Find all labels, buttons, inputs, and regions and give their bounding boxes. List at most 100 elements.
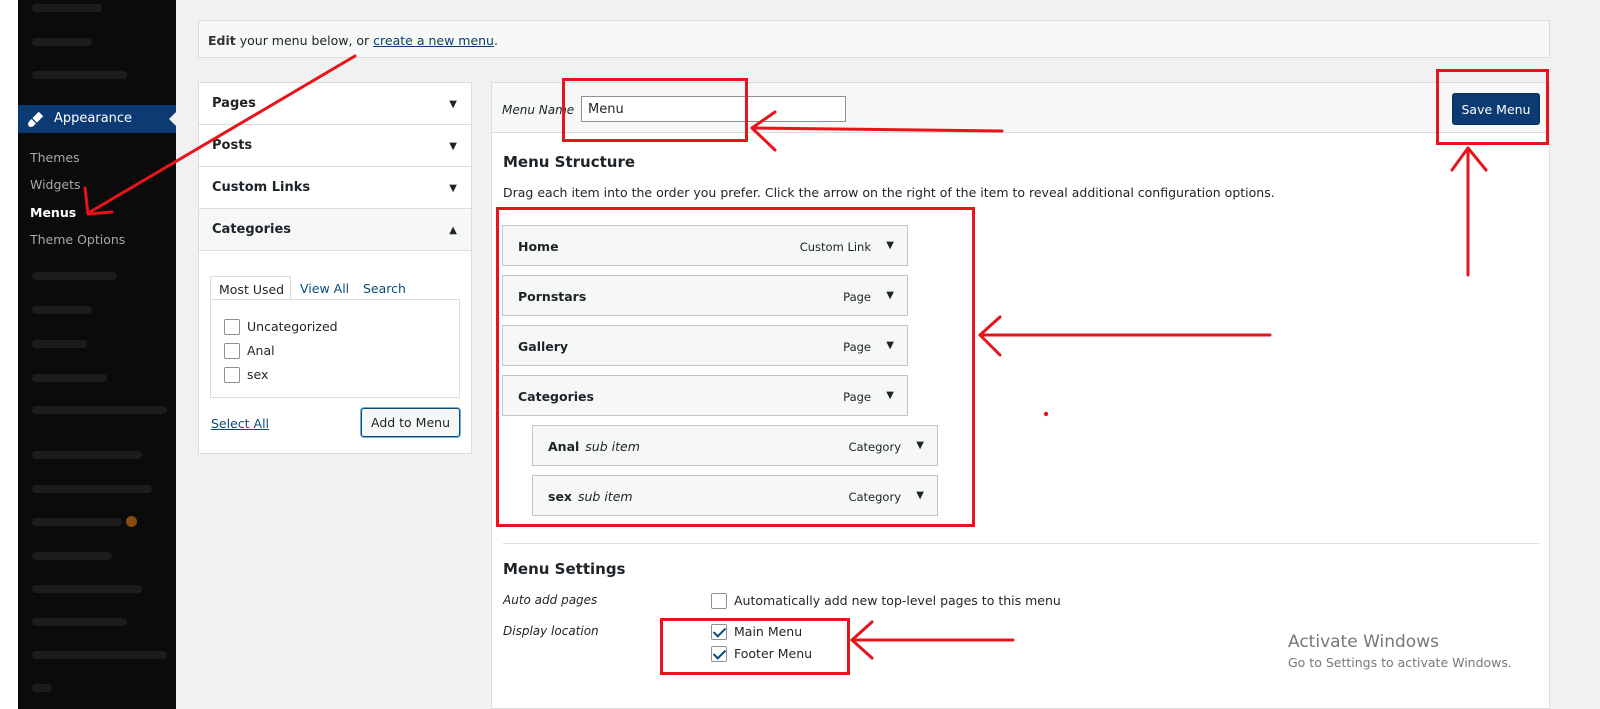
location-label: Footer Menu (734, 646, 813, 661)
caret-down-icon[interactable]: ▼ (449, 99, 457, 110)
sub-item-tag: sub item (585, 439, 640, 454)
menu-item-title: Home (518, 239, 559, 254)
blurred-menu-item (32, 684, 52, 692)
blurred-menu-item (32, 618, 127, 626)
blurred-menu-item (32, 518, 122, 526)
menu-item[interactable]: Categories Page ▼ (502, 375, 908, 416)
add-menu-items-panel: Pages ▼ Posts ▼ Custom Links ▼ Categorie… (198, 82, 472, 454)
menu-item-title: Anal sub item (548, 439, 640, 454)
accordion-custom-links[interactable]: Custom Links ▼ (199, 167, 471, 209)
admin-sidebar: Appearance Themes Widgets Menus Theme Op… (18, 0, 176, 709)
category-label: Uncategorized (247, 319, 338, 334)
notification-badge (126, 516, 137, 527)
menu-name-input[interactable] (581, 96, 846, 122)
sidebar-subitem-menus[interactable]: Menus (30, 205, 76, 220)
accordion-label: Custom Links (212, 180, 311, 195)
caret-down-icon[interactable]: ▼ (886, 240, 894, 251)
menu-management-panel: Menu Name Save Menu Menu Structure Drag … (491, 82, 1550, 709)
accordion-categories[interactable]: Categories ▲ (199, 209, 471, 251)
auto-add-checkbox[interactable] (711, 593, 727, 609)
menu-item-type: Category (848, 490, 901, 504)
tab-view-all[interactable]: View All (300, 276, 349, 300)
menu-item[interactable]: Gallery Page ▼ (502, 325, 908, 366)
save-menu-button[interactable]: Save Menu (1452, 93, 1540, 125)
main-menu-checkbox[interactable] (711, 624, 727, 640)
menu-item-title: Pornstars (518, 289, 587, 304)
tab-search[interactable]: Search (363, 276, 406, 300)
display-location-label: Display location (503, 624, 599, 638)
menu-name-label: Menu Name (502, 103, 575, 117)
watermark-subtitle: Go to Settings to activate Windows. (1288, 655, 1512, 670)
notice-prefix: Edit (208, 33, 236, 48)
sidebar-subitem-themes[interactable]: Themes (30, 150, 80, 165)
menu-item-title: sex sub item (548, 489, 633, 504)
category-checkbox[interactable] (224, 367, 240, 383)
page-edge (0, 0, 18, 709)
auto-add-option-label: Automatically add new top-level pages to… (734, 593, 1061, 608)
menu-item-type: Page (843, 290, 871, 304)
menu-item[interactable]: Home Custom Link ▼ (502, 225, 908, 266)
auto-add-pages-label: Auto add pages (503, 593, 598, 607)
menu-sub-item[interactable]: sex sub item Category ▼ (532, 475, 938, 516)
blurred-menu-item (32, 374, 107, 382)
sidebar-subitem-widgets[interactable]: Widgets (30, 177, 81, 192)
blurred-menu-item (32, 38, 92, 46)
location-label: Main Menu (734, 624, 803, 639)
blurred-menu-item (32, 552, 112, 560)
menu-item-type: Category (848, 440, 901, 454)
select-all-link[interactable]: Select All (211, 416, 269, 431)
menu-item[interactable]: Pornstars Page ▼ (502, 275, 908, 316)
accordion-label: Categories (212, 222, 292, 237)
caret-down-icon[interactable]: ▼ (886, 390, 894, 401)
caret-down-icon[interactable]: ▼ (916, 440, 924, 451)
section-divider (503, 543, 1539, 544)
blurred-menu-item (32, 585, 142, 593)
menu-header: Menu Name Save Menu (492, 83, 1549, 133)
menu-item-type: Custom Link (799, 240, 871, 254)
caret-down-icon[interactable]: ▼ (886, 340, 894, 351)
blurred-menu-item (32, 272, 117, 280)
accordion-posts[interactable]: Posts ▼ (199, 125, 471, 167)
blurred-menu-item (32, 406, 167, 414)
blurred-menu-item (32, 4, 102, 12)
menu-item-title: Categories (518, 389, 594, 404)
edit-menu-notice: Edit your menu below, or create a new me… (198, 20, 1550, 58)
create-new-menu-link[interactable]: create a new menu (373, 33, 494, 48)
tab-most-used[interactable]: Most Used (210, 276, 291, 300)
caret-down-icon[interactable]: ▼ (449, 141, 457, 152)
sidebar-item-appearance[interactable]: Appearance (18, 105, 176, 133)
menu-item-type: Page (843, 390, 871, 404)
blurred-menu-item (32, 71, 127, 79)
category-checkbox[interactable] (224, 343, 240, 359)
accordion-label: Pages (212, 96, 256, 111)
category-checkbox[interactable] (224, 319, 240, 335)
sidebar-subitem-theme-options[interactable]: Theme Options (30, 232, 125, 247)
activate-windows-watermark: Activate Windows Go to Settings to activ… (1288, 632, 1512, 670)
caret-down-icon[interactable]: ▼ (916, 490, 924, 501)
caret-up-icon[interactable]: ▲ (449, 225, 457, 236)
sidebar-item-label: Appearance (54, 111, 133, 126)
category-label: Anal (247, 343, 275, 358)
accordion-pages[interactable]: Pages ▼ (199, 83, 471, 125)
menu-settings-heading: Menu Settings (503, 560, 626, 578)
menu-structure-description: Drag each item into the order you prefer… (503, 185, 1275, 200)
blurred-menu-item (32, 340, 87, 348)
menu-structure-heading: Menu Structure (503, 153, 636, 171)
notice-text: Edit your menu below, or create a new me… (208, 33, 498, 48)
categories-tabs: Most Used View All Search (210, 276, 460, 300)
paintbrush-icon (28, 111, 44, 127)
caret-down-icon[interactable]: ▼ (886, 290, 894, 301)
blurred-menu-item (32, 306, 92, 314)
blurred-menu-item (32, 485, 152, 493)
menu-item-type: Page (843, 340, 871, 354)
caret-down-icon[interactable]: ▼ (449, 183, 457, 194)
menu-item-title: Gallery (518, 339, 569, 354)
add-to-menu-button[interactable]: Add to Menu (361, 408, 460, 437)
notice-suffix: . (493, 33, 498, 48)
footer-menu-checkbox[interactable] (711, 646, 727, 662)
notice-body: your menu below, or (235, 33, 374, 48)
categories-checklist: Uncategorized Anal sex (210, 299, 460, 398)
blurred-menu-item (32, 651, 167, 659)
sub-item-tag: sub item (577, 489, 633, 504)
menu-sub-item[interactable]: Anal sub item Category ▼ (532, 425, 938, 466)
